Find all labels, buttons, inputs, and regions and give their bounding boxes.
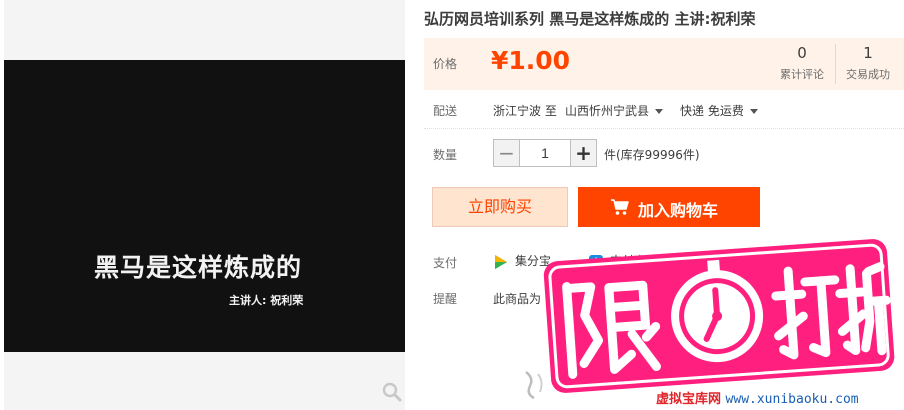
- sold-stat: 1 交易成功: [836, 44, 900, 82]
- reminder-text: 此商品为: [493, 292, 542, 306]
- stock-text: 件(库存99996件): [604, 148, 700, 162]
- watermark-cn: 虚拟宝库网: [656, 392, 722, 407]
- payment-label: 支付: [433, 256, 458, 270]
- decrease-button[interactable]: −: [494, 140, 520, 166]
- chevron-down-icon: [655, 109, 664, 114]
- magnifier-icon[interactable]: [381, 381, 403, 403]
- ship-method-select[interactable]: 快递 免运费: [680, 102, 758, 119]
- add-to-cart-label: 加入购物车: [638, 201, 719, 220]
- watermark-brush-mark: [525, 371, 543, 400]
- ship-to-label: 山西忻州宁武县: [565, 104, 650, 118]
- ship-to-select[interactable]: 山西忻州宁武县: [565, 102, 664, 119]
- sold-count: 1: [863, 44, 873, 62]
- reviews-stat[interactable]: 0 累计评论: [770, 44, 834, 82]
- image-title-text: 黑马是这样炼成的: [94, 253, 303, 282]
- price-value: ¥1.00: [491, 46, 571, 75]
- price-panel: 价格 ¥1.00 0 累计评论 1 交易成功: [424, 38, 904, 90]
- buy-now-button[interactable]: 立即购买: [432, 187, 568, 227]
- jifenbao-icon: [495, 254, 507, 269]
- price-label: 价格: [433, 57, 458, 71]
- add-to-cart-button[interactable]: 加入购物车: [578, 187, 760, 227]
- quantity-input[interactable]: [521, 140, 569, 166]
- sold-label: 交易成功: [846, 68, 890, 81]
- shipping-label: 配送: [433, 104, 458, 118]
- quantity-label: 数量: [433, 148, 458, 162]
- limited-time-discount-sticker: [543, 239, 895, 393]
- watermark-url: www.xunibaoku.com: [725, 392, 859, 407]
- image-speaker-text: 主讲人: 祝利荣: [229, 294, 304, 307]
- divider: [424, 128, 904, 129]
- site-watermark: 虚拟宝库网 www.xunibaoku.com: [656, 388, 859, 407]
- ship-from-text: 浙江宁波 至: [493, 104, 557, 118]
- cart-icon: [611, 199, 629, 215]
- product-main-image[interactable]: 黑马是这样炼成的 主讲人: 祝利荣: [4, 60, 405, 352]
- reminder-label: 提醒: [433, 292, 458, 306]
- product-gallery: 黑马是这样炼成的 主讲人: 祝利荣: [4, 0, 405, 410]
- product-title: 弘历网员培训系列 黑马是这样炼成的 主讲:祝利荣: [424, 10, 756, 28]
- quantity-stepper: − +: [493, 139, 597, 167]
- chevron-down-icon: [749, 109, 758, 114]
- ship-method-label: 快递 免运费: [680, 104, 744, 118]
- reviews-label: 累计评论: [780, 68, 824, 81]
- increase-button[interactable]: +: [570, 140, 596, 166]
- reviews-count: 0: [797, 44, 807, 62]
